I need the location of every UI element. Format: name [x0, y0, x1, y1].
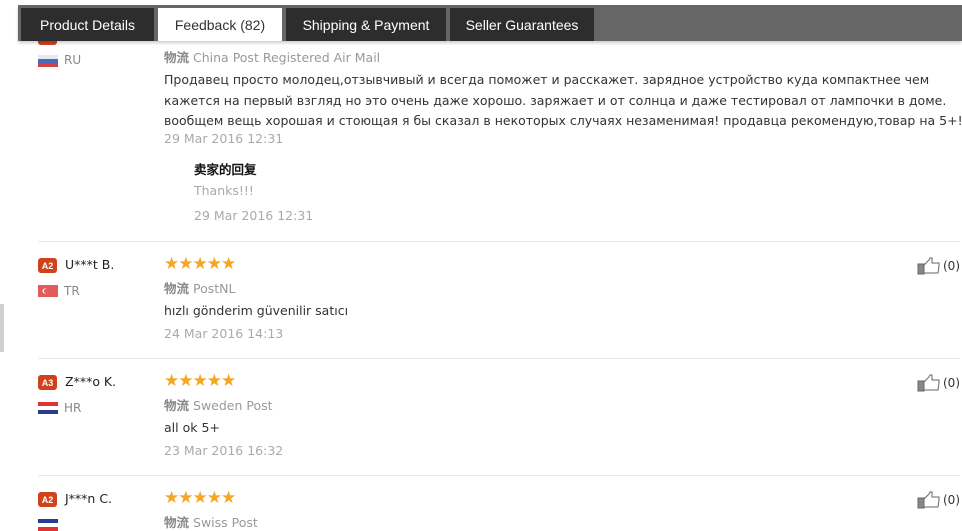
- country-code: RU: [64, 53, 82, 67]
- flag-hr-icon: [38, 402, 58, 414]
- logistics-label: 物流: [164, 50, 190, 65]
- helpful-button[interactable]: (0): [917, 374, 960, 392]
- scroll-indicator: [0, 304, 4, 352]
- tab-product-details[interactable]: Product Details: [21, 8, 154, 41]
- divider: [38, 358, 960, 359]
- tab-shipping-payment[interactable]: Shipping & Payment: [286, 8, 446, 41]
- buyer-level-badge: A3: [38, 375, 57, 390]
- review-text: Продавец просто молодец,отзывчивый и все…: [164, 72, 962, 128]
- helpful-count: (0): [943, 259, 960, 273]
- review-date: 23 Mar 2016 16:32: [164, 443, 284, 458]
- divider: [38, 475, 960, 476]
- seller-reply-date: 29 Mar 2016 12:31: [194, 208, 314, 223]
- buyer-level-badge: A2: [38, 492, 57, 507]
- logistics-info: 物流 Sweden Post: [164, 395, 273, 414]
- logistics-info: 物流 PostNL: [164, 278, 235, 297]
- helpful-button[interactable]: (0): [917, 491, 960, 509]
- logistics-label: 物流: [164, 398, 190, 413]
- logistics-name: China Post Registered Air Mail: [193, 50, 381, 65]
- page-top: [0, 0, 962, 5]
- helpful-count: (0): [943, 493, 960, 507]
- flag-icon: [38, 519, 58, 531]
- logistics-name: Sweden Post: [193, 398, 273, 413]
- helpful-count: (0): [943, 376, 960, 390]
- tab-bar: Product Details Feedback (82) Shipping &…: [18, 5, 962, 41]
- logistics-name: PostNL: [193, 281, 236, 296]
- rating-stars-icon: ★★★★★: [164, 254, 236, 274]
- thumbs-up-icon: [917, 374, 940, 392]
- divider: [38, 241, 960, 242]
- rating-stars-icon: ★★★★★: [164, 371, 236, 391]
- thumbs-up-icon: [917, 257, 940, 275]
- seller-reply-title: 卖家的回复: [194, 162, 257, 177]
- review-text: hızlı gönderim güvenilir satıcı: [164, 303, 349, 318]
- thumbs-up-icon: [917, 491, 940, 509]
- logistics-label: 物流: [164, 281, 190, 296]
- review-date: 24 Mar 2016 14:13: [164, 326, 284, 341]
- buyer-name: U***t B.: [65, 257, 115, 272]
- rating-stars-icon: ★★★★★: [164, 488, 236, 508]
- logistics-info: 物流 China Post Registered Air Mail: [164, 47, 380, 66]
- review-date: 29 Mar 2016 12:31: [164, 131, 284, 146]
- tab-feedback[interactable]: Feedback (82): [158, 8, 282, 41]
- logistics-label: 物流: [164, 515, 190, 530]
- tab-seller-guarantees[interactable]: Seller Guarantees: [450, 8, 594, 41]
- review-text: all ok 5+: [164, 420, 220, 435]
- seller-reply-text: Thanks!!!: [194, 183, 254, 198]
- logistics-name: Swiss Post: [193, 515, 258, 530]
- flag-ru-icon: [38, 55, 58, 67]
- buyer-name: Z***o K.: [65, 374, 117, 389]
- country-code: HR: [64, 401, 82, 415]
- buyer-level-badge: A2: [38, 258, 57, 273]
- country-code: TR: [64, 284, 80, 298]
- buyer-name: J***n C.: [65, 491, 113, 506]
- flag-tr-icon: [38, 285, 58, 297]
- helpful-button[interactable]: (0): [917, 257, 960, 275]
